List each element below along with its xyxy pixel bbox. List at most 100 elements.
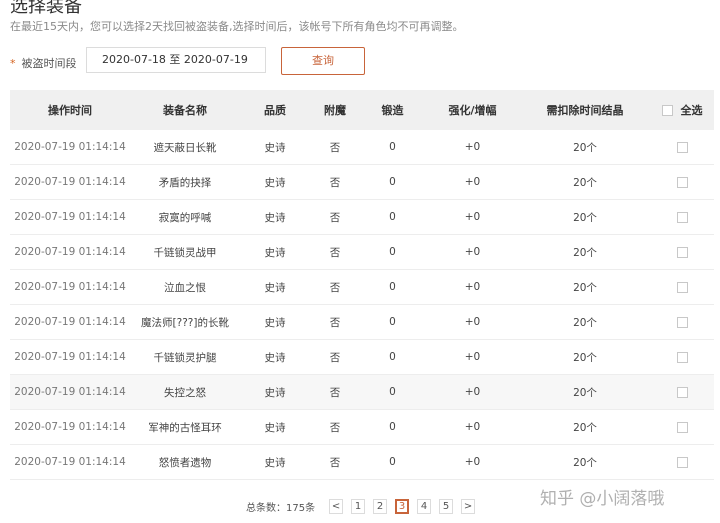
cell-time: 2020-07-19 01:14:14: [14, 141, 126, 153]
cell-enhance: +0: [464, 421, 481, 433]
cell-forge: 0: [389, 421, 396, 433]
watermark: 知乎 @小阔落哦: [540, 489, 665, 509]
cell-enchant: 否: [329, 316, 341, 329]
table-body: 2020-07-19 01:14:14 遮天蔽日长靴 史诗否 0 +0 20个 2020-0…: [10, 130, 714, 480]
page-button-5[interactable]: 5: [439, 498, 454, 514]
cell-forge: 0: [389, 281, 396, 293]
cell-quality: 史诗: [264, 386, 286, 399]
row-checkbox[interactable]: [676, 456, 688, 468]
cell-enchant: 否: [329, 211, 341, 224]
cell-cost: 20个: [573, 456, 597, 469]
cell-cost: 20个: [573, 141, 597, 154]
next-page-button[interactable]: >: [461, 498, 476, 514]
cell-quality: 史诗: [264, 316, 286, 329]
cell-enchant: 否: [329, 176, 341, 189]
header-name: 装备名称: [163, 104, 207, 117]
row-checkbox[interactable]: [676, 176, 688, 188]
cell-cost: 20个: [573, 211, 597, 224]
table-row[interactable]: 2020-07-19 01:14:14 军神的古怪耳环 史诗 否 0 +0 20个: [10, 410, 714, 445]
cell-cost: 20个: [573, 351, 597, 364]
row-checkbox[interactable]: [676, 281, 688, 293]
cell-forge: 0: [389, 246, 396, 258]
cell-select: [650, 386, 714, 398]
select-all[interactable]: 全选: [650, 102, 714, 118]
total-count: 总条数：175条: [246, 502, 316, 514]
row-checkbox[interactable]: [676, 351, 688, 363]
cell-enchant: 否: [329, 456, 341, 469]
page-button-4[interactable]: 4: [417, 498, 432, 514]
cell-forge: 0: [389, 351, 396, 363]
cell-select: [650, 176, 714, 188]
query-button[interactable]: 查询: [281, 47, 365, 75]
cell-enhance: +0: [464, 316, 481, 328]
cell-forge: 0: [389, 211, 396, 223]
cell-quality: 史诗: [264, 211, 286, 224]
page-button-3[interactable]: 3: [395, 498, 410, 514]
table-row[interactable]: 2020-07-19 01:14:14 千链锁灵战甲 史诗 否 0 +0 20个: [10, 235, 714, 270]
cell-enhance: +0: [464, 141, 481, 153]
date-range-input[interactable]: 2020-07-18 至 2020-07-19: [86, 47, 266, 73]
table-row[interactable]: 2020-07-19 01:14:14 千链锁灵护腿 史诗 否 0 +0 20个: [10, 340, 714, 375]
row-checkbox[interactable]: [676, 386, 688, 398]
cell-name: 寂寞的呼喊: [158, 211, 212, 224]
cell-time: 2020-07-19 01:14:14: [14, 386, 126, 398]
cell-name: 魔法师[???]的长靴: [141, 316, 229, 329]
header-forge: 锻造: [381, 104, 404, 117]
cell-quality: 史诗: [264, 351, 286, 364]
row-checkbox[interactable]: [676, 211, 688, 223]
cell-cost: 20个: [573, 386, 597, 399]
header-enchant: 附魔: [324, 104, 346, 117]
cell-enhance: +0: [464, 456, 481, 468]
table-row[interactable]: 2020-07-19 01:14:14 泣血之恨 史诗 否 0 +0 20个: [10, 270, 714, 305]
filter-label-text: 被盗时间段: [21, 57, 77, 70]
cell-quality: 史诗: [264, 421, 286, 434]
cell-cost: 20个: [573, 316, 597, 329]
cell-name: 遮天蔽日长靴: [153, 141, 217, 154]
table-row[interactable]: 2020-07-19 01:14:14 魔法师[???]的长靴 史诗 否 0 +0 20个: [10, 305, 714, 340]
table-row[interactable]: 2020-07-19 01:14:14 矛盾的抉择 史诗 否 0 +0 20个: [10, 165, 714, 200]
cell-name: 怒愤者遗物: [158, 456, 212, 469]
select-all-label: 全选: [680, 104, 703, 117]
cell-enchant: 否: [329, 351, 341, 364]
cell-cost: 20个: [573, 281, 597, 294]
header-enhance: 强化/增幅: [448, 104, 497, 117]
page-button-1[interactable]: 1: [351, 498, 366, 514]
page-button-2[interactable]: 2: [373, 498, 388, 514]
table-row[interactable]: 2020-07-19 01:14:14 寂寞的呼喊 史诗 否 0 +0 20个: [10, 200, 714, 235]
cell-name: 千链锁灵战甲: [153, 246, 217, 259]
cell-select: [650, 246, 714, 258]
cell-forge: 0: [389, 176, 396, 188]
cell-name: 矛盾的抉择: [158, 176, 212, 189]
cell-forge: 0: [389, 141, 396, 153]
select-all-checkbox[interactable]: [661, 104, 673, 116]
cell-time: 2020-07-19 01:14:14: [14, 211, 126, 223]
table-row[interactable]: 2020-07-19 01:14:14 怒愤者遗物 史诗 否 0 +0 20个: [10, 445, 714, 480]
cell-enhance: +0: [464, 211, 481, 223]
cell-enchant: 否: [329, 141, 341, 154]
cell-forge: 0: [389, 456, 396, 468]
row-checkbox[interactable]: [676, 246, 688, 258]
pagination: 总条数：175条 < 12345 >: [246, 498, 483, 514]
cell-enhance: +0: [464, 246, 481, 258]
cell-time: 2020-07-19 01:14:14: [14, 176, 126, 188]
row-checkbox[interactable]: [676, 421, 688, 433]
cell-quality: 史诗: [264, 281, 286, 294]
cell-quality: 史诗: [264, 246, 286, 259]
cell-enhance: +0: [464, 386, 481, 398]
cell-select: [650, 421, 714, 433]
table-row[interactable]: 2020-07-19 01:14:14 遮天蔽日长靴 史诗 否 0 +0 20个: [10, 130, 714, 165]
cell-quality: 史诗: [264, 141, 286, 154]
cell-select: [650, 351, 714, 363]
prev-page-button[interactable]: <: [329, 498, 344, 514]
cell-time: 2020-07-19 01:14:14: [14, 421, 126, 433]
row-checkbox[interactable]: [676, 316, 688, 328]
cell-name: 失控之怒: [164, 386, 206, 399]
cell-enhance: +0: [464, 351, 481, 363]
table-row[interactable]: 2020-07-19 01:14:14 失控之怒 史诗 否 0 +0 20个: [10, 375, 714, 410]
filter-label: * 被盗时间段: [10, 55, 77, 71]
table-header: 操作时间 装备名称 品质 附魔 锻造 强化/增幅 需扣除时间结晶 全选: [10, 90, 714, 130]
cell-enchant: 否: [329, 281, 341, 294]
cell-enchant: 否: [329, 421, 341, 434]
page-title: 选择装备: [10, 0, 82, 17]
row-checkbox[interactable]: [676, 141, 688, 153]
